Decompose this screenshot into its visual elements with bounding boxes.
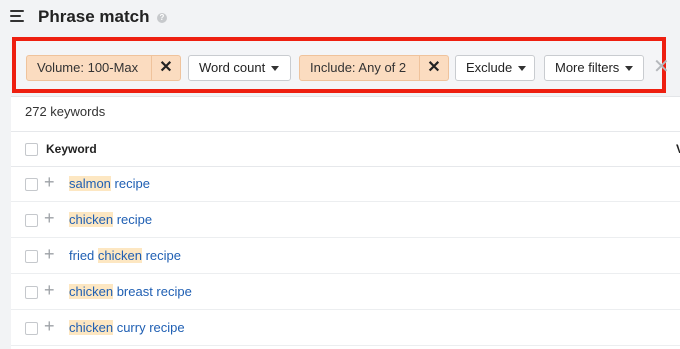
select-all-checkbox[interactable] bbox=[25, 143, 38, 156]
add-keyword-icon[interactable]: + bbox=[44, 244, 55, 264]
keyword-link[interactable]: salmon recipe bbox=[69, 176, 150, 191]
more-filters-label: More filters bbox=[555, 60, 620, 75]
exclude-label: Exclude bbox=[466, 60, 513, 75]
caret-down-icon bbox=[518, 66, 527, 72]
include-filter-chip[interactable]: Include: Any of 2 ✕ bbox=[299, 55, 449, 81]
row-checkbox[interactable] bbox=[25, 250, 38, 263]
add-keyword-icon[interactable]: + bbox=[44, 172, 55, 192]
add-keyword-icon[interactable]: + bbox=[44, 280, 55, 300]
keyword-column-header[interactable]: Keyword bbox=[46, 142, 97, 156]
word-count-label: Word count bbox=[199, 60, 266, 75]
table-row: + chicken breast recipe bbox=[11, 274, 680, 310]
caret-down-icon bbox=[625, 66, 634, 72]
add-keyword-icon[interactable]: + bbox=[44, 208, 55, 228]
filter-bar: Volume: 100-Max ✕ Word count Include: An… bbox=[12, 37, 670, 93]
hamburger-menu-icon[interactable] bbox=[10, 10, 24, 22]
help-circle-icon[interactable]: ? bbox=[157, 13, 167, 23]
keyword-link[interactable]: chicken curry recipe bbox=[69, 320, 185, 335]
table-row: + salmon recipe bbox=[11, 166, 680, 202]
keyword-link[interactable]: fried chicken recipe bbox=[69, 248, 181, 263]
keyword-count: 272 keywords bbox=[25, 104, 106, 119]
volume-filter-chip[interactable]: Volume: 100-Max ✕ bbox=[26, 55, 181, 81]
keyword-link[interactable]: chicken recipe bbox=[69, 212, 152, 227]
volume-column-header[interactable]: V bbox=[676, 142, 680, 156]
exclude-filter-button[interactable]: Exclude bbox=[455, 55, 535, 81]
table-row: + fried chicken recipe bbox=[11, 238, 680, 274]
remove-include-filter-icon[interactable]: ✕ bbox=[419, 56, 448, 80]
remove-volume-filter-icon[interactable]: ✕ bbox=[151, 56, 180, 80]
row-checkbox[interactable] bbox=[25, 178, 38, 191]
clear-filters-icon[interactable]: ✕ bbox=[653, 55, 670, 79]
word-count-filter-button[interactable]: Word count bbox=[188, 55, 291, 81]
volume-filter-label: Volume: 100-Max bbox=[37, 60, 139, 75]
table-row: + chicken recipe bbox=[11, 202, 680, 238]
caret-down-icon bbox=[271, 66, 280, 72]
include-filter-label: Include: Any of 2 bbox=[310, 60, 407, 75]
table-header-row: Keyword V bbox=[11, 131, 680, 167]
row-checkbox[interactable] bbox=[25, 322, 38, 335]
keyword-link[interactable]: chicken breast recipe bbox=[69, 284, 192, 299]
page-header: Phrase match ? bbox=[0, 0, 680, 36]
add-keyword-icon[interactable]: + bbox=[44, 316, 55, 336]
page-title: Phrase match bbox=[38, 7, 150, 26]
row-checkbox[interactable] bbox=[25, 286, 38, 299]
keywords-table: 272 keywords Keyword V + salmon recipe +… bbox=[11, 96, 680, 349]
row-checkbox[interactable] bbox=[25, 214, 38, 227]
more-filters-button[interactable]: More filters bbox=[544, 55, 644, 81]
table-row: + chicken curry recipe bbox=[11, 310, 680, 346]
